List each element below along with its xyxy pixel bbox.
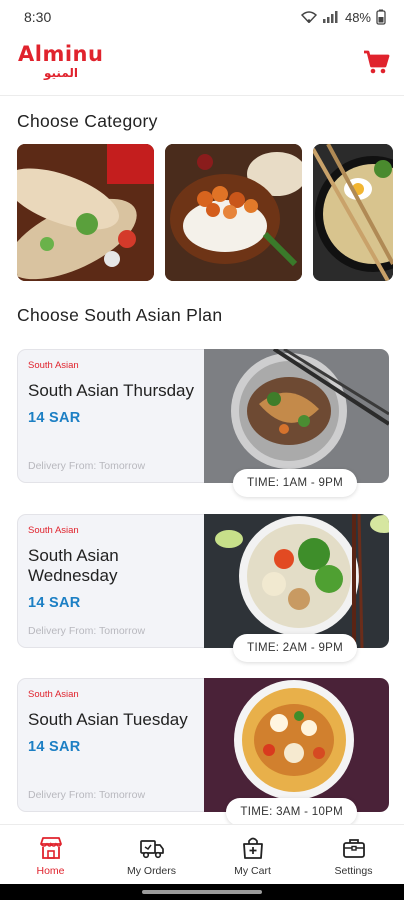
shopping-bag-icon <box>242 837 263 859</box>
plan-delivery: Delivery From: Tomorrow <box>28 460 146 472</box>
salad-bowl-food-image <box>204 514 389 648</box>
wraps-food-image <box>17 144 154 281</box>
plan-card[interactable]: South Asian South Asian Tuesday 14 SAR D… <box>17 678 389 826</box>
nav-label: Settings <box>334 865 373 877</box>
plan-image <box>204 678 389 812</box>
noodle-bowl-food-image <box>313 144 393 281</box>
status-time: 8:30 <box>24 9 52 25</box>
nav-settings[interactable]: Settings <box>303 825 404 884</box>
nav-label: My Cart <box>234 865 271 877</box>
delivery-truck-icon <box>139 840 164 859</box>
battery-icon <box>376 9 386 25</box>
cart-button[interactable] <box>362 48 390 76</box>
plan-image <box>204 349 389 483</box>
plan-name: South Asian Wednesday <box>28 546 119 585</box>
time-badge: TIME: 2AM - 9PM <box>233 634 357 662</box>
category-card-wraps[interactable] <box>17 144 154 281</box>
status-icons: 48% <box>300 9 386 25</box>
plan-name: South Asian Tuesday <box>28 710 188 729</box>
category-card-rice[interactable] <box>165 144 302 281</box>
category-card-noodles[interactable] <box>313 144 393 281</box>
curry-plate-food-image <box>204 678 389 812</box>
nav-label: Home <box>36 865 65 877</box>
store-icon <box>39 837 62 859</box>
home-gesture-handle[interactable] <box>142 890 262 894</box>
plan-tag: South Asian <box>28 689 79 700</box>
plan-image <box>204 514 389 648</box>
plan-name: South Asian Thursday <box>28 381 195 400</box>
bottom-navigation: Home My Orders My Cart Settings <box>0 824 404 884</box>
plan-price: 14 SAR <box>28 739 81 755</box>
app-header: Alminu المنيو <box>0 34 404 96</box>
cart-icon <box>364 50 390 74</box>
plan-card[interactable]: South Asian South Asian Wednesday 14 SAR… <box>17 514 389 662</box>
battery-percent: 48% <box>344 9 371 25</box>
nav-home[interactable]: Home <box>0 825 101 884</box>
signal-icon <box>322 11 338 23</box>
category-section-title: Choose Category <box>17 111 158 131</box>
nav-label: My Orders <box>126 865 176 877</box>
wifi-icon <box>300 11 317 23</box>
logo-arabic: المنيو <box>44 66 78 80</box>
noodle-plate-food-image <box>204 349 389 483</box>
briefcase-icon <box>342 839 365 858</box>
plan-delivery: Delivery From: Tomorrow <box>28 625 146 637</box>
logo-text: Alminu <box>18 42 104 66</box>
nav-my-cart[interactable]: My Cart <box>202 825 303 884</box>
nav-my-orders[interactable]: My Orders <box>101 825 202 884</box>
plan-section-title: Choose South Asian Plan <box>17 305 223 325</box>
plan-price: 14 SAR <box>28 595 81 611</box>
plan-delivery: Delivery From: Tomorrow <box>28 789 146 801</box>
category-carousel[interactable] <box>17 144 404 282</box>
time-badge: TIME: 3AM - 10PM <box>226 798 357 826</box>
plan-price: 14 SAR <box>28 410 81 426</box>
plan-card[interactable]: South Asian South Asian Thursday 14 SAR … <box>17 349 389 497</box>
plan-tag: South Asian <box>28 360 79 371</box>
status-bar: 8:30 48% <box>0 0 404 34</box>
time-badge: TIME: 1AM - 9PM <box>233 469 357 497</box>
app-logo: Alminu المنيو <box>18 42 108 86</box>
plan-tag: South Asian <box>28 525 79 536</box>
rice-curry-food-image <box>165 144 302 281</box>
